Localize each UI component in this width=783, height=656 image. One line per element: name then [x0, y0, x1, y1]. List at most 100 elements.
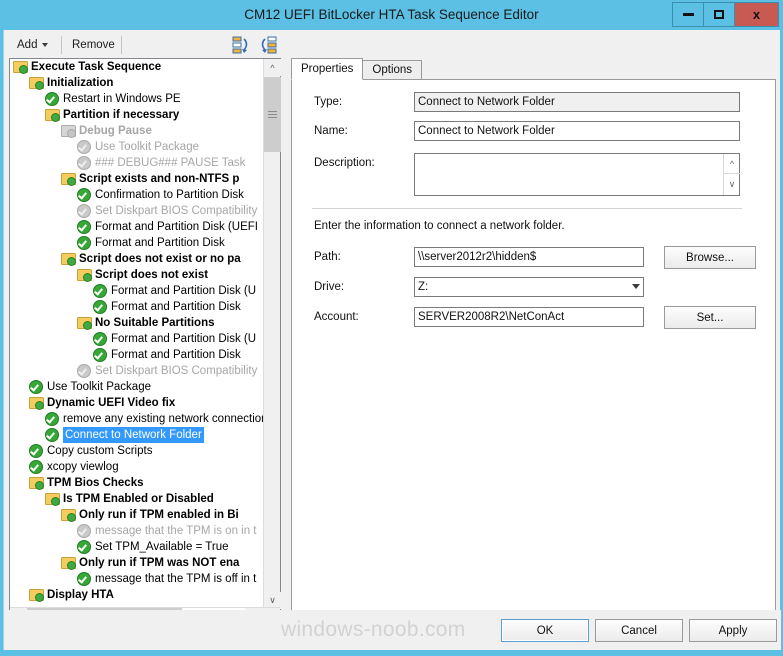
tree-item[interactable]: Use Toolkit Package [10, 379, 263, 395]
scroll-thumb-grip [268, 111, 277, 118]
tree-item[interactable]: xcopy viewlog [10, 459, 263, 475]
tree-item[interactable]: TPM Bios Checks [10, 475, 263, 491]
tree-item[interactable]: Set Diskpart BIOS Compatibility [10, 363, 263, 379]
tree-item-label: TPM Bios Checks [47, 477, 144, 489]
tree-item[interactable]: Script does not exist [10, 267, 263, 283]
tree-item[interactable]: Format and Partition Disk [10, 347, 263, 363]
tree-item[interactable]: Set Diskpart BIOS Compatibility [10, 203, 263, 219]
tree-item[interactable]: Partition if necessary [10, 107, 263, 123]
tree-item-label: Set Diskpart BIOS Compatibility [95, 365, 258, 377]
tree-item[interactable]: Confirmation to Partition Disk [10, 187, 263, 203]
cancel-button-label: Cancel [621, 624, 657, 637]
tree-item-label: Script does not exist [95, 269, 209, 281]
tree-item[interactable]: Set TPM_Available = True [10, 539, 263, 555]
dialog-footer: windows-noob.com OK Cancel Apply [4, 610, 781, 650]
tree-item[interactable]: Display HTA [10, 587, 263, 603]
tree-item[interactable]: Script exists and non-NTFS p [10, 171, 263, 187]
folder-icon [28, 475, 44, 490]
tree-item[interactable]: Format and Partition Disk (UEFI [10, 219, 263, 235]
tree-items-container: Execute Task Sequence Initialization Resta… [10, 59, 263, 609]
tree-item-label: Dynamic UEFI Video fix [47, 397, 176, 409]
tree-item-label: message that the TPM is on in t [95, 525, 257, 537]
tree-item[interactable]: Copy custom Scripts [10, 443, 263, 459]
tree-item[interactable]: Is TPM Enabled or Disabled [10, 491, 263, 507]
tab-options[interactable]: Options [362, 60, 423, 80]
folder-icon [44, 107, 60, 122]
task-sequence-tree-pane: Add Remove Execute Task Sequence Initial… [4, 30, 284, 650]
tree-item-label: Format and Partition Disk (U [111, 285, 257, 297]
description-label: Description: [314, 157, 375, 169]
tree-item[interactable]: message that the TPM is off in t [10, 571, 263, 587]
browse-button[interactable]: Browse... [664, 246, 756, 269]
tree-item[interactable]: Only run if TPM was NOT ena [10, 555, 263, 571]
tree-item[interactable]: No Suitable Partitions [10, 315, 263, 331]
check-icon [76, 155, 92, 170]
path-input[interactable]: \\server2012r2\hidden$ [414, 247, 644, 267]
vertical-scroll-thumb[interactable] [264, 77, 281, 152]
tree-item[interactable]: Restart in Windows PE [10, 91, 263, 107]
scroll-up-button[interactable]: ^ [264, 59, 281, 76]
check-icon [44, 91, 60, 106]
tree-item[interactable]: Connect to Network Folder [10, 427, 263, 443]
instruction-text: Enter the information to connect a netwo… [314, 220, 565, 232]
toolbar-separator [61, 36, 62, 54]
tree-item-label: Format and Partition Disk [111, 301, 241, 313]
tree-item[interactable]: Initialization [10, 75, 263, 91]
minimize-button[interactable] [672, 2, 704, 27]
tree-item-label: Partition if necessary [63, 109, 180, 121]
set-button-label: Set... [696, 311, 724, 324]
description-scroll-up-icon[interactable]: ^ [724, 154, 740, 174]
collapse-all-icon[interactable] [231, 35, 252, 55]
window-title: CM12 UEFI BitLocker HTA Task Sequence Ed… [244, 7, 539, 22]
tree-item[interactable]: ### DEBUG### PAUSE Task [10, 155, 263, 171]
folder-icon [60, 507, 76, 522]
tab-properties[interactable]: Properties [291, 58, 364, 80]
description-scrollbar[interactable]: ^ ∨ [723, 154, 740, 195]
tree-item[interactable]: Format and Partition Disk [10, 299, 263, 315]
account-input[interactable]: SERVER2008R2\NetConAct [414, 307, 644, 327]
path-label: Path: [314, 251, 341, 263]
tree-item[interactable]: Only run if TPM enabled in Bi [10, 507, 263, 523]
check-icon [28, 459, 44, 474]
maximize-button[interactable] [703, 2, 735, 27]
tree-item[interactable]: message that the TPM is on in t [10, 523, 263, 539]
tree-item[interactable]: Dynamic UEFI Video fix [10, 395, 263, 411]
close-button[interactable]: x [734, 2, 779, 27]
tree-item[interactable]: Format and Partition Disk [10, 235, 263, 251]
tree-item[interactable]: remove any existing network connection [10, 411, 263, 427]
name-input[interactable]: Connect to Network Folder [414, 121, 740, 141]
check-icon [28, 443, 44, 458]
expand-all-icon[interactable] [257, 35, 278, 55]
apply-button[interactable]: Apply [689, 619, 777, 642]
tree-item[interactable]: Format and Partition Disk (U [10, 331, 263, 347]
tree-item[interactable]: Format and Partition Disk (U [10, 283, 263, 299]
task-sequence-tree[interactable]: Execute Task Sequence Initialization Resta… [9, 58, 281, 633]
tab-strip: Properties Options [291, 58, 423, 80]
check-icon [28, 379, 44, 394]
folder-icon [76, 267, 92, 282]
tree-item[interactable]: Use Toolkit Package [10, 139, 263, 155]
cancel-button[interactable]: Cancel [595, 619, 683, 642]
client-area: Add Remove Execute Task Sequence Initial… [3, 30, 781, 650]
tree-item-label: No Suitable Partitions [95, 317, 215, 329]
ok-button[interactable]: OK [501, 619, 589, 642]
remove-button[interactable]: Remove [66, 34, 121, 56]
folder-icon [60, 171, 76, 186]
description-textarea[interactable]: ^ ∨ [414, 153, 740, 196]
toolbar-separator [121, 36, 122, 54]
tree-item[interactable]: Execute Task Sequence [10, 59, 263, 75]
section-divider [312, 208, 742, 209]
add-button[interactable]: Add [11, 34, 54, 56]
drive-select[interactable]: Z: [414, 277, 644, 297]
title-bar[interactable]: CM12 UEFI BitLocker HTA Task Sequence Ed… [0, 0, 783, 30]
description-scroll-down-icon[interactable]: ∨ [724, 174, 740, 194]
tree-item-label: Script does not exist or no pa [79, 253, 241, 265]
tree-item-label: ### DEBUG### PAUSE Task [95, 157, 246, 169]
tree-item-label: Confirmation to Partition Disk [95, 189, 244, 201]
tree-vertical-scrollbar[interactable]: ^ ∨ [263, 59, 281, 609]
set-account-button[interactable]: Set... [664, 306, 756, 329]
minimize-icon [682, 13, 694, 16]
tree-item[interactable]: Debug Pause [10, 123, 263, 139]
tree-item[interactable]: Script does not exist or no pa [10, 251, 263, 267]
check-icon [92, 331, 108, 346]
